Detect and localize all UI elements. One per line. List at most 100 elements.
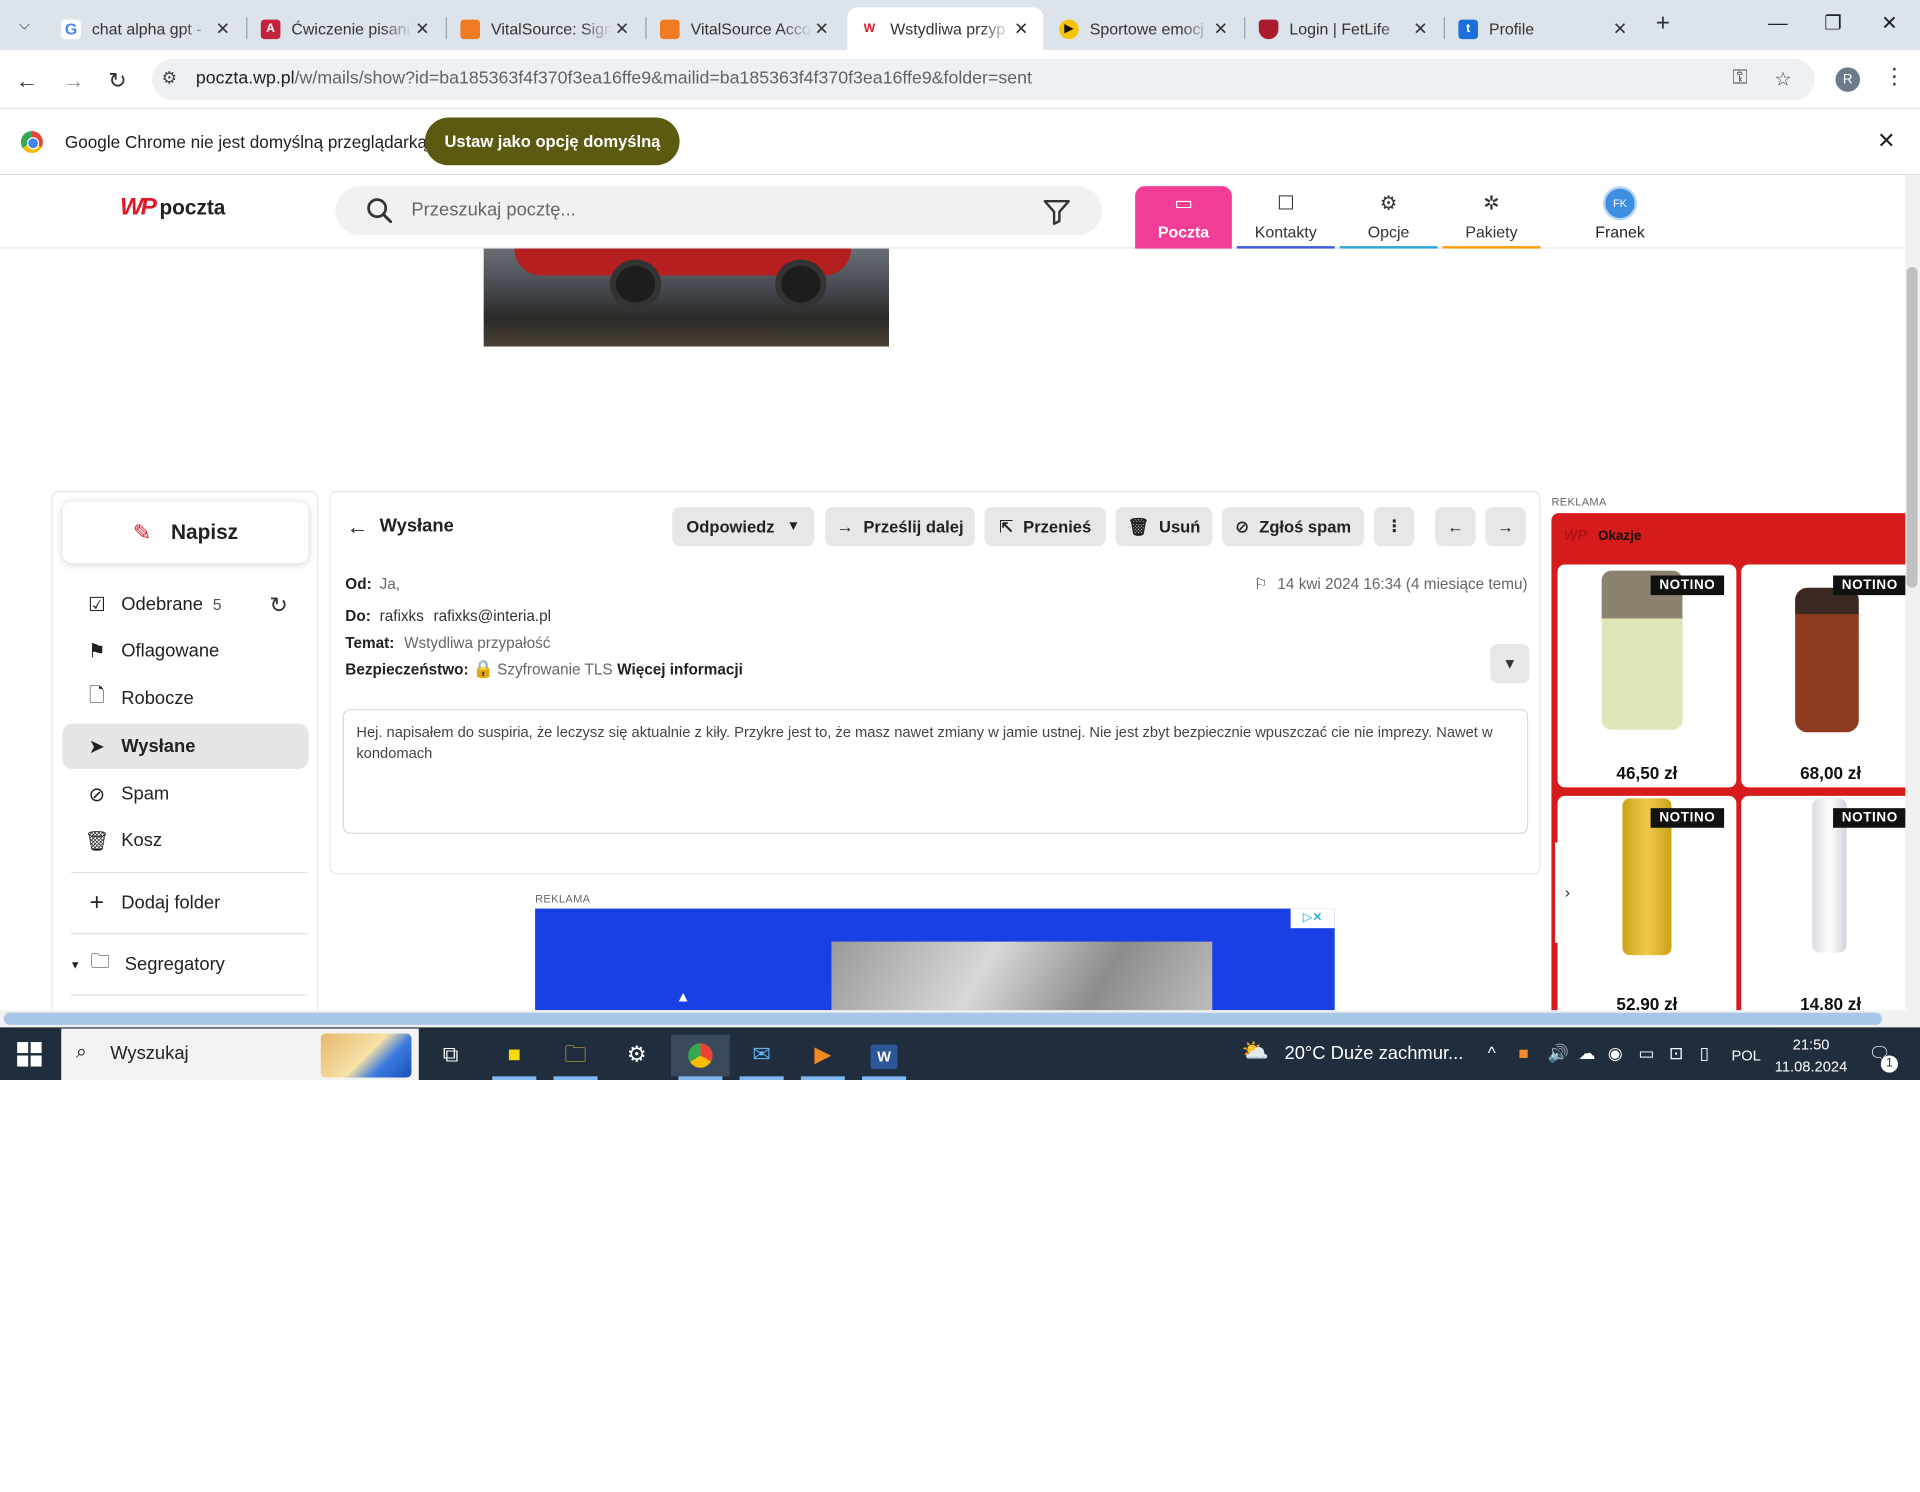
close-icon[interactable]: ✕: [612, 18, 632, 39]
nav-pakiety[interactable]: ✲ Pakiety: [1442, 186, 1540, 248]
ad-photo[interactable]: [831, 941, 1213, 1011]
nav-kontakty[interactable]: ☐ Kontakty: [1237, 186, 1335, 248]
tab-vitalsource-sign[interactable]: VitalSource: Sign ✕: [448, 7, 644, 50]
windows-start-icon[interactable]: [17, 1042, 42, 1067]
arrow-left-icon: ←: [1447, 517, 1464, 536]
close-icon[interactable]: ✕: [1610, 18, 1630, 39]
horizontal-scroll-thumb[interactable]: [3, 1012, 1883, 1025]
compose-button[interactable]: ✎ Napisz: [62, 502, 309, 564]
filter-icon[interactable]: [1041, 196, 1073, 228]
key-icon[interactable]: ⚿: [1733, 67, 1748, 89]
close-icon[interactable]: ✕: [213, 18, 233, 39]
tab-fetlife[interactable]: Login | FetLife ✕: [1247, 7, 1443, 50]
folder-spam[interactable]: ⊘ Spam: [62, 771, 308, 816]
report-spam-button[interactable]: ⊘ Zgłoś spam: [1222, 506, 1365, 547]
notino-badge: NOTINO: [1650, 808, 1725, 828]
chevron-up-icon[interactable]: ^: [1488, 1043, 1496, 1063]
onedrive-icon[interactable]: ☁: [1578, 1043, 1595, 1064]
tray-device-icon[interactable]: ⊡: [1669, 1043, 1683, 1064]
tab-cwiczenie[interactable]: A Ćwiczenie pisani ✕: [249, 7, 445, 50]
minimize-button[interactable]: —: [1753, 7, 1802, 41]
flag-icon[interactable]: ⚐: [1254, 576, 1268, 593]
add-folder-button[interactable]: + Dodaj folder: [62, 880, 308, 925]
move-button[interactable]: ⇱ Przenieś: [984, 506, 1106, 547]
flag-icon: ⚑: [87, 641, 106, 662]
forward-button[interactable]: → Prześlij dalej: [825, 506, 975, 547]
site-info-icon[interactable]: ⚙: [162, 67, 177, 88]
tab-profile[interactable]: t Profile ✕: [1446, 7, 1642, 50]
okazje-title: Okazje: [1597, 528, 1642, 544]
tab-divider: [246, 17, 248, 40]
nav-opcje[interactable]: ⚙ Opcje: [1340, 186, 1438, 248]
close-window-button[interactable]: ✕: [1865, 7, 1914, 41]
reload-button[interactable]: ↻: [100, 64, 134, 98]
app-running-indicator: [800, 1076, 845, 1081]
close-icon[interactable]: ✕: [1411, 18, 1431, 39]
lock-icon: 🔒: [472, 658, 495, 679]
battery-icon[interactable]: ▭: [1638, 1043, 1654, 1064]
folder-wyslane[interactable]: ➤ Wysłane: [62, 723, 309, 769]
close-icon[interactable]: ✕: [1011, 18, 1031, 39]
url-text[interactable]: poczta.wp.pl/w/mails/show?id=ba185363f4f…: [196, 69, 1032, 89]
expand-details-button[interactable]: ▼: [1490, 644, 1530, 684]
vertical-scroll-thumb[interactable]: [1906, 266, 1918, 588]
user-avatar[interactable]: FK: [1602, 186, 1638, 221]
more-info-link[interactable]: Więcej informacji: [617, 661, 743, 678]
outlook-icon[interactable]: ✉: [737, 1035, 786, 1077]
profile-avatar[interactable]: R: [1835, 67, 1861, 92]
taskbar-clock[interactable]: 21:50 11.08.2024: [1773, 1033, 1849, 1077]
more-actions-button[interactable]: ⋮: [1373, 506, 1415, 547]
gear-icon: ⚙: [1379, 193, 1398, 215]
to-name[interactable]: rafixks: [380, 607, 424, 624]
tab-sportowe[interactable]: ▶ Sportowe emocj ✕: [1047, 7, 1243, 50]
tab-chat-alpha[interactable]: G chat alpha gpt - ✕: [49, 7, 245, 50]
to-email[interactable]: rafixks@interia.pl: [433, 607, 551, 624]
browser-menu-icon[interactable]: ⋮: [1883, 64, 1905, 90]
tray-app-icon[interactable]: ■: [1518, 1043, 1528, 1063]
weather-text[interactable]: 20°C Duże zachmur...: [1285, 1043, 1464, 1064]
refresh-icon[interactable]: ↻: [269, 593, 287, 619]
file-explorer-icon[interactable]: 🗀: [551, 1035, 600, 1077]
chrome-taskbar-icon[interactable]: [671, 1034, 730, 1077]
user-name[interactable]: Franek: [1587, 223, 1653, 241]
tab-wstydliwa[interactable]: W Wstydliwa przyp ✕: [847, 7, 1044, 51]
tray-phone-icon[interactable]: ▯: [1700, 1043, 1709, 1064]
chevron-right-icon[interactable]: ›: [1555, 842, 1580, 943]
weather-icon[interactable]: ⛅: [1242, 1038, 1269, 1064]
close-icon[interactable]: ✕: [413, 18, 433, 39]
set-default-button[interactable]: Ustaw jako opcję domyślną: [424, 117, 680, 166]
media-player-icon[interactable]: ▶: [798, 1035, 847, 1077]
restore-button[interactable]: ❐: [1809, 7, 1858, 41]
tab-vitalsource-account[interactable]: VitalSource Acco ✕: [648, 7, 844, 50]
network-icon[interactable]: ◉: [1608, 1043, 1623, 1064]
close-icon[interactable]: ✕: [1877, 129, 1895, 155]
volume-icon[interactable]: 🔊: [1548, 1043, 1569, 1064]
folder-robocze[interactable]: 🗋 Robocze: [62, 676, 308, 721]
tab-search-button[interactable]: ⌵: [10, 10, 39, 39]
previous-message-button[interactable]: ←: [1435, 506, 1476, 547]
binders-folder[interactable]: ▼ 🗀 Segregatory: [62, 942, 308, 987]
word-icon[interactable]: W: [860, 1035, 909, 1077]
ad-choices-icon[interactable]: ▷✕: [1290, 908, 1335, 929]
delete-button[interactable]: 🗑 Usuń: [1115, 506, 1213, 547]
bookmark-star-icon[interactable]: ☆: [1774, 67, 1792, 91]
close-icon[interactable]: ✕: [812, 18, 832, 39]
new-tab-button[interactable]: +: [1648, 10, 1677, 39]
sidebar-divider: [71, 933, 308, 935]
back-button[interactable]: ←: [10, 64, 44, 98]
subject-label: Temat:: [345, 634, 395, 652]
chrome-logo-icon: [20, 131, 43, 154]
language-indicator[interactable]: POL: [1731, 1047, 1760, 1064]
folder-oflagowane[interactable]: ⚑ Oflagowane: [62, 628, 308, 673]
settings-icon[interactable]: ⚙: [612, 1035, 661, 1077]
wp-logo[interactable]: WP poczta: [120, 193, 225, 221]
back-arrow-icon[interactable]: ←: [347, 514, 369, 540]
close-icon[interactable]: ✕: [1211, 18, 1231, 39]
nav-poczta[interactable]: ▭ Poczta: [1135, 186, 1232, 249]
next-message-button[interactable]: →: [1485, 506, 1526, 547]
folder-kosz[interactable]: 🗑 Kosz: [62, 818, 308, 863]
task-view-icon[interactable]: ⧉: [426, 1035, 475, 1077]
sticky-notes-icon[interactable]: ■: [490, 1035, 539, 1077]
forward-button[interactable]: →: [56, 64, 90, 98]
reply-button[interactable]: Odpowiedz ▼: [672, 506, 815, 547]
